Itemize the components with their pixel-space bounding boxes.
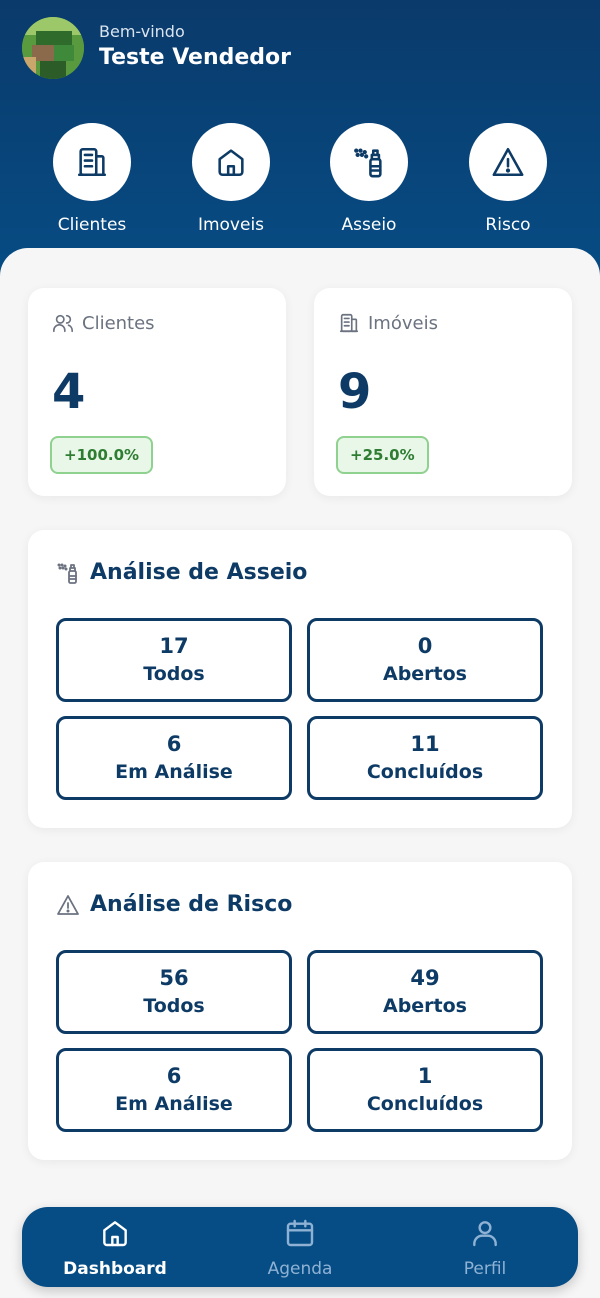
quick-action-circle bbox=[53, 123, 131, 201]
tile-value: 1 bbox=[417, 1064, 433, 1088]
tile-label: Abertos bbox=[382, 663, 467, 685]
risco-tile-todos[interactable]: 56 Todos bbox=[56, 950, 292, 1034]
home-icon bbox=[218, 149, 244, 177]
tile-label: Em Análise bbox=[115, 1093, 233, 1115]
section-title: Análise de Risco bbox=[56, 892, 292, 917]
stat-title: Clientes bbox=[52, 312, 155, 334]
tile-label: Concluídos bbox=[366, 761, 484, 783]
tile-label: Em Análise bbox=[115, 761, 233, 783]
stat-title-label: Imóveis bbox=[368, 312, 438, 334]
calendar-icon bbox=[286, 1219, 314, 1247]
asseio-card: Análise de Asseio 17 Todos 0 Abertos 6 E… bbox=[28, 530, 572, 828]
quick-action-label: Clientes bbox=[57, 215, 127, 235]
building-icon bbox=[77, 147, 107, 177]
risco-tile-concluidos[interactable]: 1 Concluídos bbox=[307, 1048, 543, 1132]
user-name: Teste Vendedor bbox=[99, 45, 291, 70]
nav-label: Dashboard bbox=[63, 1259, 167, 1279]
users-icon bbox=[53, 314, 73, 333]
tile-value: 6 bbox=[166, 732, 182, 756]
quick-action-circle bbox=[469, 123, 547, 201]
quick-action-asseio[interactable]: Asseio bbox=[309, 123, 429, 235]
section-title-label: Análise de Asseio bbox=[90, 560, 308, 585]
stat-card-imoveis[interactable]: Imóveis 9 +25.0% bbox=[314, 288, 572, 496]
main-content: Clientes 4 +100.0% Imóveis 9 +25.0% Anál… bbox=[0, 248, 600, 1298]
quick-action-circle bbox=[330, 123, 408, 201]
asseio-tile-em-analise[interactable]: 6 Em Análise bbox=[56, 716, 292, 800]
asseio-tile-concluidos[interactable]: 11 Concluídos bbox=[307, 716, 543, 800]
avatar[interactable] bbox=[22, 17, 84, 79]
tile-label: Abertos bbox=[382, 995, 467, 1017]
risco-tile-abertos[interactable]: 49 Abertos bbox=[307, 950, 543, 1034]
stat-title: Imóveis bbox=[338, 312, 438, 334]
warning-icon bbox=[492, 147, 524, 177]
user-icon bbox=[473, 1221, 497, 1247]
section-title-label: Análise de Risco bbox=[90, 892, 293, 917]
quick-action-circle bbox=[192, 123, 270, 201]
change-badge: +100.0% bbox=[50, 436, 154, 474]
asseio-tile-todos[interactable]: 17 Todos bbox=[56, 618, 292, 702]
quick-action-risco[interactable]: Risco bbox=[448, 123, 568, 235]
quick-action-label: Asseio bbox=[341, 215, 397, 235]
header: Bem-vindo Teste Vendedor Clientes Imovei… bbox=[0, 0, 600, 290]
stat-value: 9 bbox=[338, 364, 372, 420]
section-title: Análise de Asseio bbox=[56, 560, 307, 585]
stat-value: 4 bbox=[52, 364, 86, 420]
tile-value: 0 bbox=[417, 634, 433, 658]
nav-label: Agenda bbox=[267, 1259, 333, 1279]
tile-value: 11 bbox=[410, 732, 440, 756]
tile-value: 56 bbox=[159, 966, 189, 990]
warning-icon bbox=[57, 894, 79, 915]
quick-action-clientes[interactable]: Clientes bbox=[32, 123, 152, 235]
asseio-tile-abertos[interactable]: 0 Abertos bbox=[307, 618, 543, 702]
home-icon bbox=[103, 1221, 127, 1247]
quick-action-label: Imoveis bbox=[197, 215, 265, 235]
spray-icon bbox=[57, 563, 77, 584]
nav-agenda[interactable]: Agenda bbox=[230, 1217, 370, 1279]
tile-value: 17 bbox=[159, 634, 189, 658]
quick-action-imoveis[interactable]: Imoveis bbox=[171, 123, 291, 235]
risco-card: Análise de Risco 56 Todos 49 Abertos 6 E… bbox=[28, 862, 572, 1160]
tile-label: Todos bbox=[143, 995, 205, 1017]
welcome-text: Bem-vindo bbox=[99, 22, 185, 41]
tile-label: Concluídos bbox=[366, 1093, 484, 1115]
tile-value: 49 bbox=[410, 966, 440, 990]
quick-action-label: Risco bbox=[485, 215, 531, 235]
stat-card-clientes[interactable]: Clientes 4 +100.0% bbox=[28, 288, 286, 496]
nav-dashboard[interactable]: Dashboard bbox=[45, 1217, 185, 1279]
tile-label: Todos bbox=[143, 663, 205, 685]
spray-icon bbox=[354, 148, 382, 178]
nav-perfil[interactable]: Perfil bbox=[415, 1217, 555, 1279]
change-badge: +25.0% bbox=[336, 436, 429, 474]
stat-title-label: Clientes bbox=[82, 312, 155, 334]
risco-tile-em-analise[interactable]: 6 Em Análise bbox=[56, 1048, 292, 1132]
tile-value: 6 bbox=[166, 1064, 182, 1088]
nav-label: Perfil bbox=[463, 1259, 507, 1279]
building-icon bbox=[339, 313, 359, 333]
bottom-nav: Dashboard Agenda Perfil bbox=[22, 1207, 578, 1287]
